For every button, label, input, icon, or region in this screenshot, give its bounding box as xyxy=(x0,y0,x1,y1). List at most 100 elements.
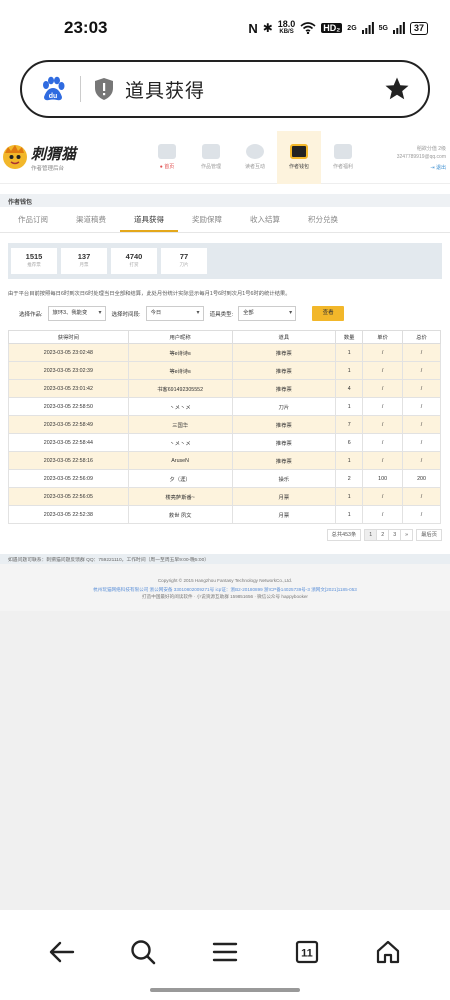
back-button[interactable] xyxy=(42,932,82,972)
table-cell: 刀片 xyxy=(231,397,337,416)
table-cell: / xyxy=(402,397,441,416)
nav-works-label: 作品管理 xyxy=(200,164,221,170)
tab-income-settlement[interactable]: 收入结算 xyxy=(236,207,294,232)
section-title: 作者钱包 xyxy=(0,194,450,207)
stat-value: 137 xyxy=(77,252,91,261)
type-filter-label: 道具类型: xyxy=(209,311,234,318)
pager-next[interactable]: » xyxy=(400,529,414,541)
table-cell: / xyxy=(402,451,441,470)
gesture-bar[interactable] xyxy=(150,988,300,992)
site-footer: Copyright © 2015 Hangzhou Fantasy Techno… xyxy=(0,564,450,611)
type-select[interactable]: 全部 xyxy=(238,306,297,321)
browser-bottom-nav: 11 xyxy=(0,910,450,1000)
tab-items-received[interactable]: 道具获得 xyxy=(120,207,178,232)
bluetooth-icon: ✱ xyxy=(262,21,273,35)
stat-monthly-tickets: 137 月票 xyxy=(61,248,107,274)
table-cell: / xyxy=(362,415,404,434)
license-info[interactable]: 杭州玩猫网络科技有限公司 浙公网安备 33010802009271号 icp证：… xyxy=(0,586,450,593)
menu-icon xyxy=(212,942,238,962)
table-cell: 2023-03-05 22:58:16 xyxy=(8,451,129,470)
search-button-nav[interactable] xyxy=(123,932,163,972)
table-cell: 书客691492305552 xyxy=(127,379,233,398)
filter-bar: 选择作品: 旅环3、我能变 选择时间段: 今日 道具类型: 全部 查看 xyxy=(19,306,450,321)
copyright: Copyright © 2015 Hangzhou Fantasy Techno… xyxy=(157,578,293,583)
table-cell: 推荐票 xyxy=(231,361,337,380)
stat-recommend-tickets: 1515 推荐票 xyxy=(11,248,57,274)
star-icon[interactable] xyxy=(384,76,410,102)
table-cell: 2023-03-05 22:58:49 xyxy=(8,415,129,434)
period-select[interactable]: 今日 xyxy=(145,306,204,321)
user-level: 稻欲分值 2级 xyxy=(416,146,446,152)
table-cell: 2023-03-05 22:56:09 xyxy=(8,469,129,488)
nav-readers-label: 读者互动 xyxy=(244,164,265,170)
table-cell: / xyxy=(362,451,404,470)
work-filter-label: 选择作品: xyxy=(19,311,43,318)
table-cell: / xyxy=(362,487,404,506)
table-row: 2023-03-05 22:58:49 三国华 推荐票 7// xyxy=(8,415,441,434)
table-cell: AruseN xyxy=(127,451,233,470)
nav-readers[interactable]: 读者互动 xyxy=(233,131,277,184)
welfare-nav-icon xyxy=(334,144,352,159)
search-button[interactable]: 查看 xyxy=(312,306,345,321)
tab-points-exchange[interactable]: 积分兑换 xyxy=(294,207,352,232)
table-row: 2023-03-05 23:02:48 等ʚ诗诗ɞ 推荐票 1// xyxy=(8,343,441,362)
items-table: 获得时间 用户昵称 道具 数量 单价 总价 2023-03-05 23:02:4… xyxy=(8,330,441,524)
work-select[interactable]: 旅环3、我能变 xyxy=(47,306,106,321)
back-arrow-icon xyxy=(49,941,75,963)
network-speed-unit: KB/S xyxy=(279,29,294,35)
shield-icon[interactable] xyxy=(93,77,115,101)
nfc-icon: N xyxy=(248,20,258,36)
web-page: 刺猬猫 作者管理后台 ● 首页 作品管理 读者互动 作者钱包 作者福利 稻欲分值… xyxy=(0,130,450,611)
menu-button[interactable] xyxy=(205,932,245,972)
table-cell: 2023-03-05 23:02:39 xyxy=(8,361,129,380)
table-row: 2023-03-05 22:58:44 丶メ丶メ 推荐票 6// xyxy=(8,433,441,452)
table-cell: 2023-03-05 23:01:42 xyxy=(8,379,129,398)
status-icons: N ✱ 18.0 KB/S HD₂ 2G 5G 37 xyxy=(248,20,428,36)
tab-subscriptions[interactable]: 作品订阅 xyxy=(4,207,62,232)
table-cell: 1 xyxy=(335,397,364,416)
pager-last[interactable]: 最后页 xyxy=(416,529,442,541)
table-cell: / xyxy=(402,505,441,524)
stat-value: 77 xyxy=(179,252,189,261)
home-icon xyxy=(376,940,400,964)
tab-channel-royalty[interactable]: 渠道稿费 xyxy=(62,207,120,232)
table-cell: / xyxy=(362,379,404,398)
wifi-icon xyxy=(300,22,316,34)
col-unit-price: 单价 xyxy=(362,330,404,344)
table-cell: 推荐票 xyxy=(231,343,337,362)
url-text[interactable]: 道具获得 xyxy=(125,76,384,103)
baidu-icon: du xyxy=(43,76,65,101)
table-cell: 推荐票 xyxy=(231,415,337,434)
table-row: 2023-03-05 22:56:09 夕（涯） 操乐 2 100 200 xyxy=(8,469,441,488)
table-cell: 1 xyxy=(335,487,364,506)
stat-label: 打赏 xyxy=(129,262,139,267)
site-logo[interactable]: 刺猬猫 作者管理后台 xyxy=(0,143,145,172)
stat-label: 月票 xyxy=(79,262,89,267)
nav-welfare[interactable]: 作者福利 xyxy=(321,131,365,184)
col-nickname: 用户昵称 xyxy=(127,330,233,344)
stat-tips: 4740 打赏 xyxy=(111,248,157,274)
tabs-button[interactable]: 11 xyxy=(287,932,327,972)
logo-title: 刺猬猫 xyxy=(31,144,77,163)
signal-2g: 2G xyxy=(347,24,357,32)
nav-welfare-label: 作者福利 xyxy=(332,164,353,170)
table-body: 2023-03-05 23:02:48 等ʚ诗诗ɞ 推荐票 1//2023-03-05… xyxy=(8,343,441,524)
logout-link[interactable]: ⇥ 退出 xyxy=(397,164,446,172)
stat-value: 4740 xyxy=(125,252,143,261)
home-button[interactable] xyxy=(368,932,408,972)
battery-indicator: 37 xyxy=(409,21,428,35)
tab-reward-guarantee[interactable]: 奖励保障 xyxy=(178,207,236,232)
table-cell: / xyxy=(402,433,441,452)
table-cell: 2023-03-05 23:02:48 xyxy=(8,343,129,362)
table-cell: 等ʚ诗诗ɞ xyxy=(127,361,233,380)
table-cell: / xyxy=(402,415,441,434)
nav-wallet[interactable]: 作者钱包 xyxy=(277,130,321,184)
nav-works[interactable]: 作品管理 xyxy=(189,131,233,184)
table-cell: / xyxy=(362,433,404,452)
table-cell: 丶メ丶メ xyxy=(127,397,233,416)
url-bar[interactable]: du 道具获得 xyxy=(20,60,430,118)
nav-home[interactable]: ● 首页 xyxy=(145,131,189,184)
table-cell: 1 xyxy=(335,361,364,380)
table-cell: / xyxy=(402,343,441,362)
user-email: 3247789919@qq.com xyxy=(396,154,446,160)
